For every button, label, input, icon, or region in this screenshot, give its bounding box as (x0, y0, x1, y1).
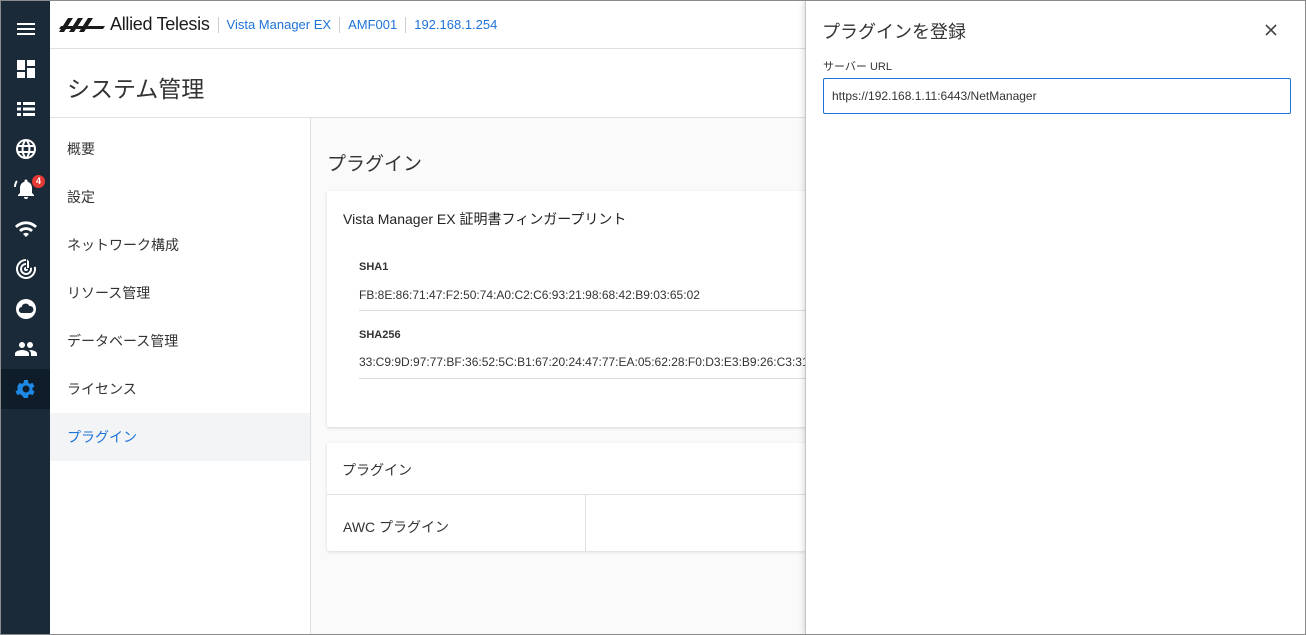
cloud-icon (15, 299, 36, 319)
rail-cloud-button[interactable] (1, 289, 50, 329)
plugin-card-header: プラグイン (327, 443, 827, 495)
subnav-item-network-config[interactable]: ネットワーク構成 (50, 221, 310, 269)
section-title: プラグイン (327, 154, 423, 175)
plugin-row[interactable]: AWC プラグイン (327, 495, 586, 551)
rail-radar-button[interactable] (1, 249, 50, 289)
people-icon (14, 342, 37, 356)
subnav-item-database[interactable]: データベース管理 (50, 317, 310, 365)
app-frame: 4 Allied Telesis Vista Manager EX AMF001… (0, 0, 1306, 635)
wifi-icon (14, 221, 37, 237)
radar-icon (15, 259, 36, 279)
breadcrumb-network[interactable]: AMF001 (339, 16, 405, 33)
breadcrumb-product[interactable]: Vista Manager EX (217, 16, 340, 33)
subnav-item-overview[interactable]: 概要 (50, 125, 310, 173)
rail-list-button[interactable] (1, 89, 50, 129)
sha1-divider (359, 310, 829, 311)
plugin-card: プラグイン AWC プラグイン (327, 443, 827, 551)
rail-globe-button[interactable] (1, 129, 50, 169)
rail-menu-button[interactable] (1, 9, 50, 49)
main-content: プラグイン Vista Manager EX 証明書フィンガープリント SHA1… (311, 118, 829, 634)
sha256-label: SHA256 (359, 329, 401, 341)
alert-count-badge: 4 (32, 175, 45, 188)
allied-telesis-logo-icon (59, 17, 105, 32)
menu-icon (16, 23, 35, 35)
sha256-value: 33:C9:9D:97:77:BF:36:52:5C:B1:67:20:24:4… (359, 355, 826, 369)
server-url-input[interactable] (823, 78, 1291, 114)
subnav-item-resources[interactable]: リソース管理 (50, 269, 310, 317)
brand-logo[interactable]: Allied Telesis (59, 14, 210, 35)
rail-users-button[interactable] (1, 329, 50, 369)
subnav-item-plugins[interactable]: プラグイン (50, 413, 310, 461)
page-title-bar: システム管理 (50, 50, 807, 118)
rail-dashboard-button[interactable] (1, 49, 50, 89)
close-button[interactable] (1259, 18, 1283, 42)
rail-wifi-button[interactable] (1, 209, 50, 249)
sha1-value: FB:8E:86:71:47:F2:50:74:A0:C2:C6:93:21:9… (359, 288, 700, 302)
dashboard-icon (16, 60, 35, 78)
register-plugin-panel: プラグインを登録 サーバー URL (805, 1, 1305, 634)
top-header: Allied Telesis Vista Manager EX AMF001 1… (50, 1, 807, 49)
globe-icon (15, 139, 36, 159)
breadcrumb-address[interactable]: 192.168.1.254 (405, 16, 505, 33)
plugin-card-title: プラグイン (342, 462, 412, 478)
settings-subnav: 概要 設定 ネットワーク構成 リソース管理 データベース管理 ライセンス プラグ… (50, 118, 311, 634)
panel-title: プラグインを登録 (822, 22, 966, 42)
subnav-item-license[interactable]: ライセンス (50, 365, 310, 413)
rail-alerts-button[interactable]: 4 (1, 169, 50, 209)
subnav-item-settings[interactable]: 設定 (50, 173, 310, 221)
close-icon (1265, 24, 1277, 36)
gear-icon (15, 380, 35, 398)
list-icon (16, 102, 35, 116)
sha1-label: SHA1 (359, 261, 389, 273)
fingerprint-card-title: Vista Manager EX 証明書フィンガープリント (343, 211, 627, 227)
icon-rail: 4 (1, 1, 50, 634)
brand-name: Allied Telesis (110, 14, 210, 34)
fingerprint-card: Vista Manager EX 証明書フィンガープリント SHA1 FB:8E… (327, 191, 829, 427)
awc-plugin-label: AWC プラグイン (343, 519, 450, 535)
rail-settings-button[interactable] (1, 369, 50, 409)
server-url-label: サーバー URL (823, 61, 892, 73)
page-title: システム管理 (67, 76, 205, 102)
sha256-divider (359, 378, 829, 379)
